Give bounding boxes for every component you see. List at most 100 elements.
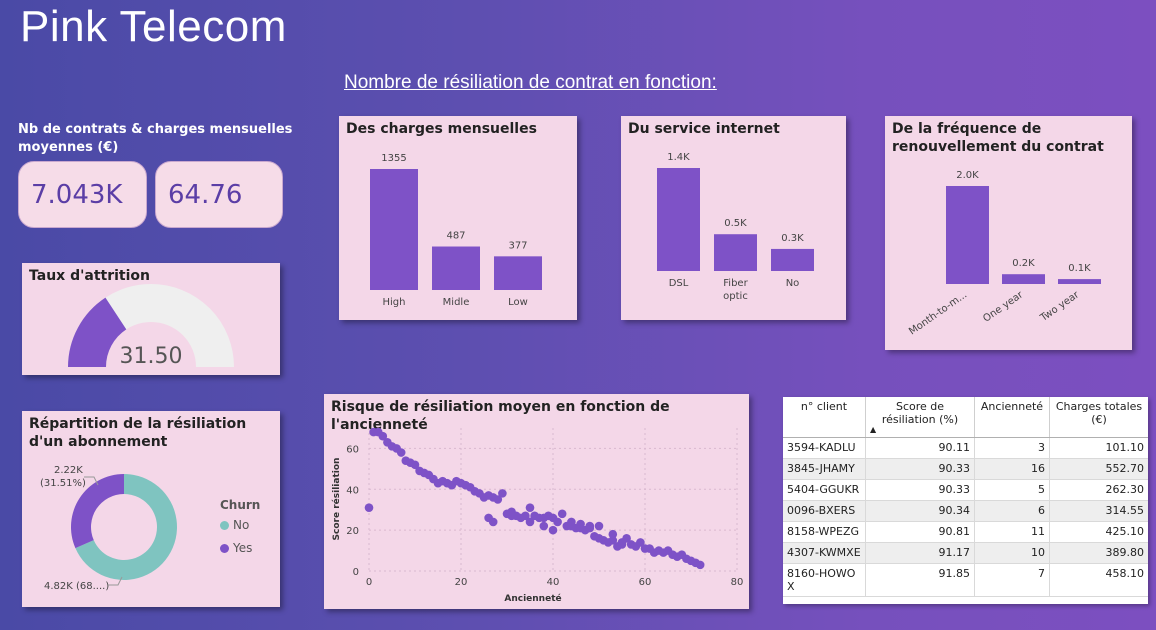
cell-score: 90.33: [865, 479, 975, 501]
cell-tenure: 6: [974, 500, 1050, 522]
y-tick-label: 40: [346, 485, 359, 496]
attrition-gauge-card[interactable]: Taux d'attrition 31.50: [22, 263, 280, 375]
bar-1[interactable]: [1002, 274, 1045, 284]
scatter-point[interactable]: [507, 511, 516, 521]
churn-donut-card[interactable]: Répartition de la résiliation d'un abonn…: [22, 411, 280, 607]
kpi-avg-charge-value: 64.76: [168, 179, 243, 210]
y-tick-label: 60: [346, 444, 359, 455]
cell-total-charges: 262.30: [1049, 479, 1148, 501]
table-row[interactable]: 3594-KADLU 90.11 3 101.10: [783, 437, 1148, 459]
kpi-card-avg-charge[interactable]: 64.76: [155, 161, 283, 228]
col-header-client[interactable]: n° client: [783, 397, 866, 438]
table-row[interactable]: 0096-BXERS 90.34 6 314.55: [783, 500, 1148, 522]
bar-data-label: 487: [446, 231, 465, 242]
y-axis-label: Score résiliation: [331, 458, 342, 541]
cell-score: 90.11: [865, 437, 975, 459]
col-header-total-charges[interactable]: Charges totales (€): [1049, 397, 1148, 438]
scatter-point[interactable]: [548, 525, 558, 535]
table-row[interactable]: 8158-WPEZG 90.81 11 425.10: [783, 521, 1148, 543]
x-tick-label: 60: [639, 577, 652, 588]
x-tick-label: High: [383, 297, 406, 308]
scatter-chart-card[interactable]: Risque de résiliation moyen en fonction …: [324, 394, 749, 609]
bar-1[interactable]: [714, 234, 757, 271]
bar-0[interactable]: [370, 169, 418, 290]
sort-ascending-icon: ▲: [870, 425, 877, 434]
cell-total-charges: 389.80: [1049, 542, 1148, 564]
scatter-point[interactable]: [617, 540, 627, 549]
bar-chart-charges-card[interactable]: Des charges mensuelles 1355 High 487 Midle 3…: [339, 116, 577, 320]
donut-yes-label-pct: (31.51%): [40, 478, 86, 489]
legend-item-yes[interactable]: Yes: [220, 541, 252, 555]
bar-data-label: 0.3K: [781, 233, 804, 244]
bar-data-label: 0.1K: [1068, 263, 1091, 274]
cell-total-charges: 425.10: [1049, 521, 1148, 543]
cell-total-charges: 314.55: [1049, 500, 1148, 522]
table-row[interactable]: 3845-JHAMY 90.33 16 552.70: [783, 458, 1148, 480]
col-header-score-label: Score de résiliation (%): [881, 400, 959, 426]
donut-legend-title: Churn: [220, 498, 261, 512]
bar-data-label: 1355: [381, 153, 406, 164]
cell-total-charges: 458.10: [1049, 563, 1148, 597]
bar-data-label: 0.2K: [1012, 258, 1035, 269]
kpi-contracts-value: 7.043K: [31, 179, 123, 210]
scatter-point[interactable]: [608, 529, 618, 539]
scatter-point[interactable]: [525, 503, 535, 512]
bar-2[interactable]: [1058, 279, 1101, 284]
donut-no-label: 4.82K (68....): [44, 581, 109, 592]
kpi-card-contracts[interactable]: 7.043K: [18, 161, 147, 228]
cell-client-id: 8158-WPEZG: [783, 521, 866, 543]
scatter-point[interactable]: [594, 534, 604, 543]
bar-0[interactable]: [657, 168, 700, 271]
scatter-point[interactable]: [567, 521, 576, 531]
x-tick-label: One year: [981, 289, 1026, 325]
col-header-score[interactable]: Score de résiliation (%) ▲: [865, 397, 975, 438]
bar-chart-charges: 1355 High 487 Midle 377 Low: [370, 153, 542, 308]
scatter-point[interactable]: [539, 521, 549, 531]
x-tick-label: No: [786, 278, 800, 289]
cell-client-id: 5404-GGUKR: [783, 479, 866, 501]
cell-client-id: 8160-HOWOX: [783, 563, 866, 597]
attrition-gauge: 31.50: [68, 284, 234, 369]
scatter-point[interactable]: [585, 521, 595, 531]
x-tick-label: Low: [508, 297, 528, 308]
cell-tenure: 5: [974, 479, 1050, 501]
table-row[interactable]: 4307-KWMXE 91.17 10 389.80: [783, 542, 1148, 564]
bar-0[interactable]: [946, 186, 989, 284]
x-tick-label: 20: [455, 577, 468, 588]
bar-chart-internet-card[interactable]: Du service internet 1.4K DSL 0.5K Fiber opti…: [621, 116, 846, 320]
legend-item-no[interactable]: No: [220, 518, 249, 532]
attrition-value: 31.50: [120, 344, 183, 369]
scatter-point[interactable]: [594, 521, 604, 531]
bar-data-label: 377: [508, 240, 527, 251]
clients-table[interactable]: n° client Score de résiliation (%) ▲ Anc…: [783, 397, 1148, 604]
bar-chart-contract-card[interactable]: De la fréquence de renouvellement du con…: [885, 116, 1132, 350]
col-header-tenure[interactable]: Ancienneté: [974, 397, 1050, 438]
scatter-point[interactable]: [488, 517, 498, 527]
scatter-point[interactable]: [695, 560, 705, 570]
gauge-fill: [68, 297, 128, 368]
scatter-point[interactable]: [553, 517, 562, 527]
bar-1[interactable]: [432, 246, 480, 290]
cell-client-id: 4307-KWMXE: [783, 542, 866, 564]
cell-tenure: 16: [974, 458, 1050, 480]
x-axis-label: Ancienneté: [504, 593, 561, 604]
cell-total-charges: 101.10: [1049, 437, 1148, 459]
scatter-point[interactable]: [576, 523, 585, 533]
table-row[interactable]: 5404-GGUKR 90.33 5 262.30: [783, 479, 1148, 501]
x-tick-label: 40: [547, 577, 560, 588]
bar-2[interactable]: [771, 248, 814, 271]
scatter-point[interactable]: [364, 503, 374, 512]
table-row[interactable]: 8160-HOWOX 91.85 7 458.10: [783, 563, 1148, 597]
scatter-point[interactable]: [557, 509, 567, 519]
cell-score: 91.85: [865, 563, 975, 597]
bar-2[interactable]: [494, 256, 542, 290]
cell-tenure: 10: [974, 542, 1050, 564]
bar-chart-contract: 2.0K Month-to-m... 0.2K One year 0.1K Two yea…: [907, 170, 1101, 337]
cell-client-id: 3845-JHAMY: [783, 458, 866, 480]
bar-data-label: 2.0K: [956, 170, 979, 181]
table-header-row: n° client Score de résiliation (%) ▲ Anc…: [783, 397, 1148, 438]
scatter-point[interactable]: [396, 448, 406, 457]
scatter-point[interactable]: [498, 489, 507, 498]
cell-tenure: 7: [974, 563, 1050, 597]
x-tick-label: Fiber optic: [723, 278, 748, 302]
